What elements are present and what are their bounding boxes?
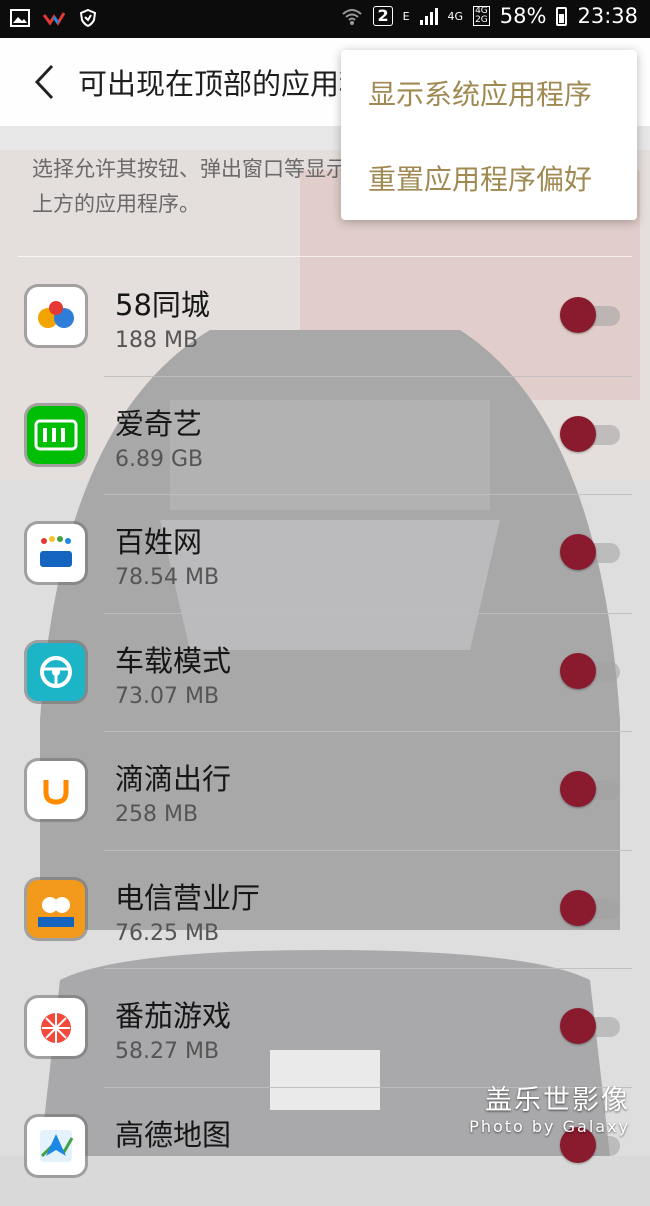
back-button[interactable] [22, 60, 66, 104]
didi-icon [27, 761, 85, 819]
app-name: 高德地图 [115, 1112, 231, 1154]
list-item[interactable]: 爱奇艺 6.89 GB [0, 377, 650, 496]
status-bar: 2 E 4G 4G 2G 58% 23:38 [0, 0, 650, 38]
tomato-games-icon [27, 998, 85, 1056]
signal-icon [420, 7, 438, 25]
app-size: 6.89 GB [115, 447, 203, 472]
app-size: 258 MB [115, 802, 198, 827]
list-item[interactable]: 电信营业厅 76.25 MB [0, 851, 650, 970]
app-name: 爱奇艺 [115, 401, 202, 443]
network-4g-2g: 4G 2G [473, 6, 490, 26]
app-name: 番茄游戏 [115, 993, 231, 1035]
app-size: 73.07 MB [115, 684, 219, 709]
overlay-toggle[interactable] [560, 1013, 622, 1039]
list-item[interactable]: 滴滴出行 258 MB [0, 732, 650, 851]
iqiyi-icon [27, 406, 85, 464]
chevron-left-icon [32, 63, 56, 101]
amap-icon [27, 1117, 85, 1175]
list-item[interactable]: 百姓网 78.54 MB [0, 495, 650, 614]
overlay-toggle[interactable] [560, 421, 622, 447]
app-name: 滴滴出行 [115, 756, 231, 798]
overflow-menu: 显示系统应用程序 重置应用程序偏好 [341, 50, 637, 220]
overlay-toggle[interactable] [560, 658, 622, 684]
app-name: 车载模式 [115, 638, 231, 680]
menu-show-system-apps[interactable]: 显示系统应用程序 [341, 50, 637, 135]
network-4g: 4G [448, 11, 464, 22]
app-size: 76.25 MB [115, 921, 219, 946]
network-2g-label: 2G [475, 16, 488, 25]
watermark-title: 盖乐世影像 [469, 1078, 630, 1117]
app-size: 188 MB [115, 328, 198, 353]
watermark-subtitle: Photo by Galaxy [469, 1117, 630, 1136]
list-item[interactable]: 番茄游戏 58.27 MB [0, 969, 650, 1088]
app-name: 电信营业厅 [115, 875, 260, 917]
car-mode-icon [27, 643, 85, 701]
app-list: 58同城 188 MB 爱奇艺 6.89 GB [0, 258, 650, 1206]
menu-reset-app-preferences[interactable]: 重置应用程序偏好 [341, 135, 637, 220]
battery-percent: 58% [500, 4, 547, 28]
telecom-icon [27, 880, 85, 938]
page-title: 可出现在顶部的应用程序 [78, 61, 348, 103]
app-name: 百姓网 [115, 519, 202, 561]
overlay-toggle[interactable] [560, 539, 622, 565]
weibo-icon [42, 9, 66, 27]
list-item[interactable]: 58同城 188 MB [0, 258, 650, 377]
divider [18, 256, 632, 257]
app-size: 58.27 MB [115, 1039, 219, 1064]
battery-icon [556, 7, 567, 26]
vpn-shield-icon [78, 8, 98, 28]
gallery-icon [10, 9, 30, 27]
58-icon [27, 287, 85, 345]
wifi-icon [341, 6, 363, 26]
network-e: E [403, 11, 410, 22]
overlay-toggle[interactable] [560, 776, 622, 802]
list-item[interactable]: 车载模式 73.07 MB [0, 614, 650, 733]
clock: 23:38 [577, 4, 638, 28]
sim-badge: 2 [373, 6, 392, 26]
baixing-icon [27, 524, 85, 582]
app-name: 58同城 [115, 282, 210, 324]
watermark: 盖乐世影像 Photo by Galaxy [469, 1078, 630, 1136]
app-size: 78.54 MB [115, 565, 219, 590]
overlay-toggle[interactable] [560, 895, 622, 921]
overlay-toggle[interactable] [560, 302, 622, 328]
